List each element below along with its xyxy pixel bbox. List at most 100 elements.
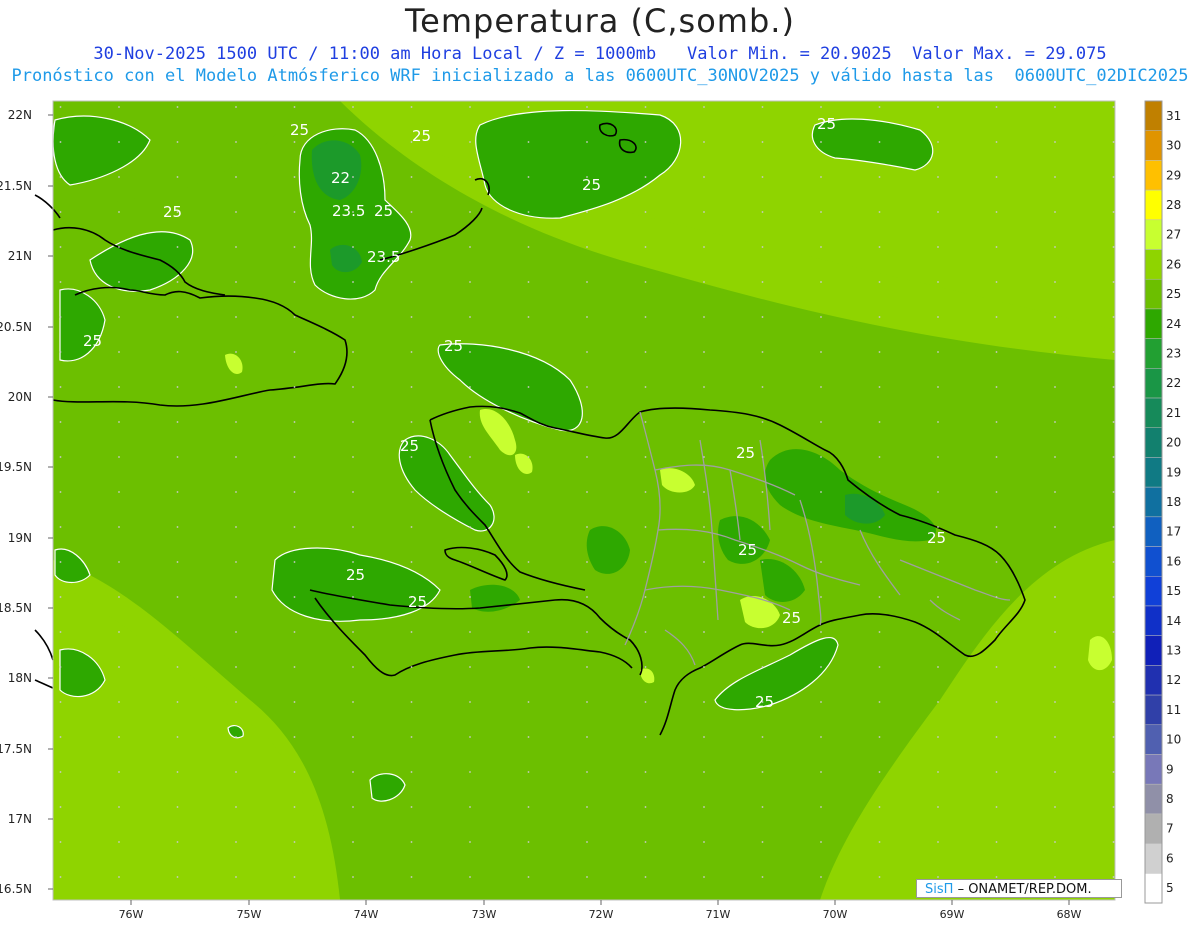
colorbar-label: 30 xyxy=(1166,139,1181,153)
contour-label: 25 xyxy=(290,121,309,139)
colorbar-label: 21 xyxy=(1166,406,1181,420)
lon-label: 70W xyxy=(823,908,848,921)
contour-label: 25 xyxy=(755,693,774,711)
lat-label: 20N xyxy=(8,390,32,404)
lat-label: 21N xyxy=(8,249,32,263)
colorbar-label: 11 xyxy=(1166,703,1181,717)
colorbar-swatch xyxy=(1144,546,1163,577)
colorbar-label: 14 xyxy=(1166,614,1181,628)
colorbar-label: 24 xyxy=(1166,317,1181,331)
colorbar-swatch xyxy=(1144,338,1163,369)
lon-label: 69W xyxy=(940,908,965,921)
colorbar-label: 6 xyxy=(1166,851,1174,865)
colorbar-swatch xyxy=(1144,813,1163,844)
colorbar-label: 9 xyxy=(1166,762,1174,776)
contour-label: 22 xyxy=(331,169,350,187)
credit-box: SisΠ – ONAMET/REP.DOM. xyxy=(916,879,1122,898)
colorbar-label: 17 xyxy=(1166,525,1181,539)
lon-label: 72W xyxy=(589,908,614,921)
colorbar-swatch xyxy=(1144,368,1163,399)
lat-label: 18N xyxy=(8,671,32,685)
contour-label: 25 xyxy=(736,444,755,462)
colorbar-swatch xyxy=(1144,783,1163,815)
colorbar-swatch xyxy=(1144,100,1163,131)
colorbar-label: 8 xyxy=(1166,792,1174,806)
map-canvas[interactable]: 22N 21.5N 21N 20.5N 20N 19.5N 19N 18.5N … xyxy=(0,0,1200,927)
colorbar-swatch xyxy=(1144,457,1163,488)
colorbar-label: 10 xyxy=(1166,733,1181,747)
colorbar-label: 5 xyxy=(1166,881,1174,895)
colorbar-swatch xyxy=(1144,724,1163,755)
contour-label: 25 xyxy=(582,176,601,194)
colorbar-label: 19 xyxy=(1166,465,1181,479)
colorbar-label: 25 xyxy=(1166,287,1181,301)
contour-label: 25 xyxy=(374,202,393,220)
lat-label: 19N xyxy=(8,531,32,545)
colorbar-swatch xyxy=(1144,397,1163,428)
colorbar-swatch xyxy=(1144,278,1163,310)
colorbar-swatch xyxy=(1144,160,1163,191)
colorbar-label: 13 xyxy=(1166,644,1181,658)
colorbar-swatch xyxy=(1144,249,1163,280)
colorbar-swatch xyxy=(1144,635,1163,666)
colorbar-swatch xyxy=(1144,427,1163,458)
colorbar-swatch xyxy=(1144,605,1163,636)
colorbar-label: 15 xyxy=(1166,584,1181,598)
colorbar: 31 30 29 28 27 26 25 24 23 22 21 20 19 18 17 16 15 14 13 12… xyxy=(1144,100,1181,904)
colorbar-swatch xyxy=(1144,516,1163,547)
colorbar-label: 26 xyxy=(1166,257,1181,271)
colorbar-label: 28 xyxy=(1166,198,1181,212)
colorbar-label: 20 xyxy=(1166,436,1181,450)
lat-label: 20.5N xyxy=(0,320,32,334)
colorbar-label: 29 xyxy=(1166,168,1181,182)
lat-label: 19.5N xyxy=(0,460,32,474)
lat-label: 21.5N xyxy=(0,179,32,193)
colorbar-swatch xyxy=(1144,665,1163,696)
contour-label: 23.5 xyxy=(332,202,365,220)
lat-label: 16.5N xyxy=(0,882,32,896)
colorbar-swatch xyxy=(1144,873,1163,904)
lon-label: 75W xyxy=(237,908,262,921)
lon-label: 74W xyxy=(354,908,379,921)
contour-label: 25 xyxy=(400,437,419,455)
colorbar-swatch xyxy=(1144,189,1163,221)
colorbar-label: 16 xyxy=(1166,554,1181,568)
colorbar-swatch xyxy=(1144,843,1163,874)
contour-label: 25 xyxy=(927,529,946,547)
contour-label: 25 xyxy=(346,566,365,584)
colorbar-swatch xyxy=(1144,754,1163,785)
credit-text: – ONAMET/REP.DOM. xyxy=(957,882,1092,897)
colorbar-swatch xyxy=(1144,130,1163,161)
lon-label: 68W xyxy=(1057,908,1082,921)
contour-label: 25 xyxy=(412,127,431,145)
lon-label: 73W xyxy=(472,908,497,921)
colorbar-swatch xyxy=(1144,308,1163,339)
lat-label: 17.5N xyxy=(0,742,32,756)
colorbar-label: 27 xyxy=(1166,228,1181,242)
colorbar-label: 31 xyxy=(1166,109,1181,123)
contour-label: 25 xyxy=(817,115,836,133)
svg-text:25: 25 xyxy=(782,609,801,627)
colorbar-swatch xyxy=(1144,694,1163,726)
lat-label: 17N xyxy=(8,812,32,826)
contour-label: 25 xyxy=(163,203,182,221)
sispi-logo-text: SisΠ xyxy=(925,882,954,897)
lat-label: 22N xyxy=(8,108,32,122)
contour-label: 25 xyxy=(738,541,757,559)
contour-label: 23.5 xyxy=(367,248,400,266)
lon-label: 71W xyxy=(706,908,731,921)
contour-label: 25 xyxy=(83,332,102,350)
colorbar-swatch xyxy=(1144,486,1163,518)
lat-label: 18.5N xyxy=(0,601,32,615)
colorbar-label: 22 xyxy=(1166,376,1181,390)
colorbar-label: 12 xyxy=(1166,673,1181,687)
contour-label: 25 xyxy=(408,593,427,611)
colorbar-label: 18 xyxy=(1166,495,1181,509)
plot-area xyxy=(34,100,1116,901)
colorbar-swatch xyxy=(1144,219,1163,250)
contour-label: 25 xyxy=(444,337,463,355)
lon-label: 76W xyxy=(119,908,144,921)
colorbar-swatch xyxy=(1144,576,1163,607)
colorbar-label: 7 xyxy=(1166,822,1174,836)
colorbar-label: 23 xyxy=(1166,346,1181,360)
